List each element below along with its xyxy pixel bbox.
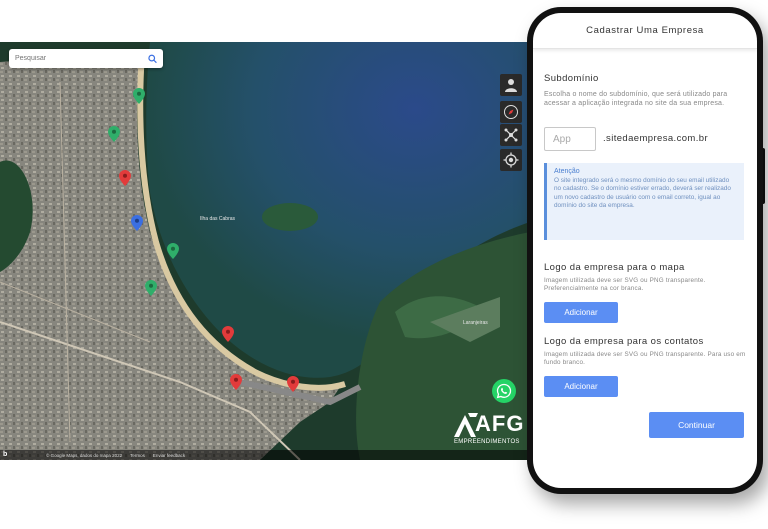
afg-logo: AFG EMPREENDIMENTOS xyxy=(452,411,525,447)
map-place-label: Ilha das Cabras xyxy=(200,216,236,222)
alert-body: O site integrado será o mesmo domínio do… xyxy=(554,177,731,209)
compass-button[interactable] xyxy=(500,101,522,123)
map-pin-green[interactable] xyxy=(167,243,179,259)
map-search-box[interactable] xyxy=(9,49,163,68)
map-attribution: © Google Maps, dados do mapa 2022 xyxy=(46,452,123,458)
logo-map-description: Imagem utilizada deve ser SVG ou PNG tra… xyxy=(544,277,706,292)
logo-map-title: Logo da empresa para o mapa xyxy=(544,262,685,273)
map-terrain xyxy=(0,42,530,460)
map-place-label-2: Laranjeiras xyxy=(463,320,488,326)
satellite-map[interactable]: Ilha das Cabras Laranjeiras xyxy=(0,42,530,460)
whatsapp-icon xyxy=(496,383,512,399)
map-pin-red[interactable] xyxy=(119,170,131,186)
street-view-button[interactable] xyxy=(500,74,522,96)
screen-header: Cadastrar Uma Empresa xyxy=(533,13,757,49)
person-icon xyxy=(505,79,517,92)
continue-button[interactable]: Continuar xyxy=(649,412,744,438)
phone-frame: Cadastrar Uma Empresa Subdomínio Escolha… xyxy=(527,7,763,494)
afg-logo-subtitle: EMPREENDIMENTOS xyxy=(454,439,520,445)
attention-alert: Atenção O site integrado será o mesmo do… xyxy=(544,163,744,240)
map-terms-link[interactable]: Termos xyxy=(130,453,145,458)
map-pin-blue[interactable] xyxy=(131,215,143,231)
my-location-button[interactable] xyxy=(500,149,522,171)
map-pin-green[interactable] xyxy=(133,88,145,104)
phone-screen: Cadastrar Uma Empresa Subdomínio Escolha… xyxy=(533,13,757,488)
map-pin-red[interactable] xyxy=(230,374,242,390)
map-footer: b © Google Maps, dados do mapa 2022 Term… xyxy=(0,450,530,460)
compass-icon xyxy=(504,105,518,119)
whatsapp-button[interactable] xyxy=(492,379,516,403)
map-pin-red[interactable] xyxy=(222,326,234,342)
add-logo-contacts-button[interactable]: Adicionar xyxy=(544,376,618,397)
map-pin-red[interactable] xyxy=(287,376,299,392)
map-pin-green[interactable] xyxy=(145,280,157,296)
search-icon[interactable] xyxy=(147,54,157,64)
domain-suffix: .sitedaempresa.com.br xyxy=(603,133,709,144)
locate-icon xyxy=(503,152,519,168)
map-footer-brand: b xyxy=(3,451,8,458)
screen-title: Cadastrar Uma Empresa xyxy=(586,25,704,36)
subdomain-description: Escolha o nome do subdomínio, que será u… xyxy=(544,91,728,107)
map-pin-green[interactable] xyxy=(108,126,120,142)
drone-icon xyxy=(504,128,518,142)
subdomain-title: Subdomínio xyxy=(544,73,599,84)
subdomain-input[interactable] xyxy=(544,127,596,151)
afg-logo-text: AFG xyxy=(475,411,525,436)
add-logo-map-button[interactable]: Adicionar xyxy=(544,302,618,323)
drone-view-button[interactable] xyxy=(500,124,522,146)
stage: Ilha das Cabras Laranjeiras AFG EMPREEN xyxy=(0,0,768,529)
logo-contacts-title: Logo da empresa para os contatos xyxy=(544,336,704,347)
logo-contacts-description: Imagem utilizada deve ser SVG ou PNG tra… xyxy=(544,351,746,366)
map-feedback-link[interactable]: Enviar feedback xyxy=(153,453,185,458)
alert-title: Atenção xyxy=(554,168,580,175)
map-search-input[interactable] xyxy=(15,55,148,62)
